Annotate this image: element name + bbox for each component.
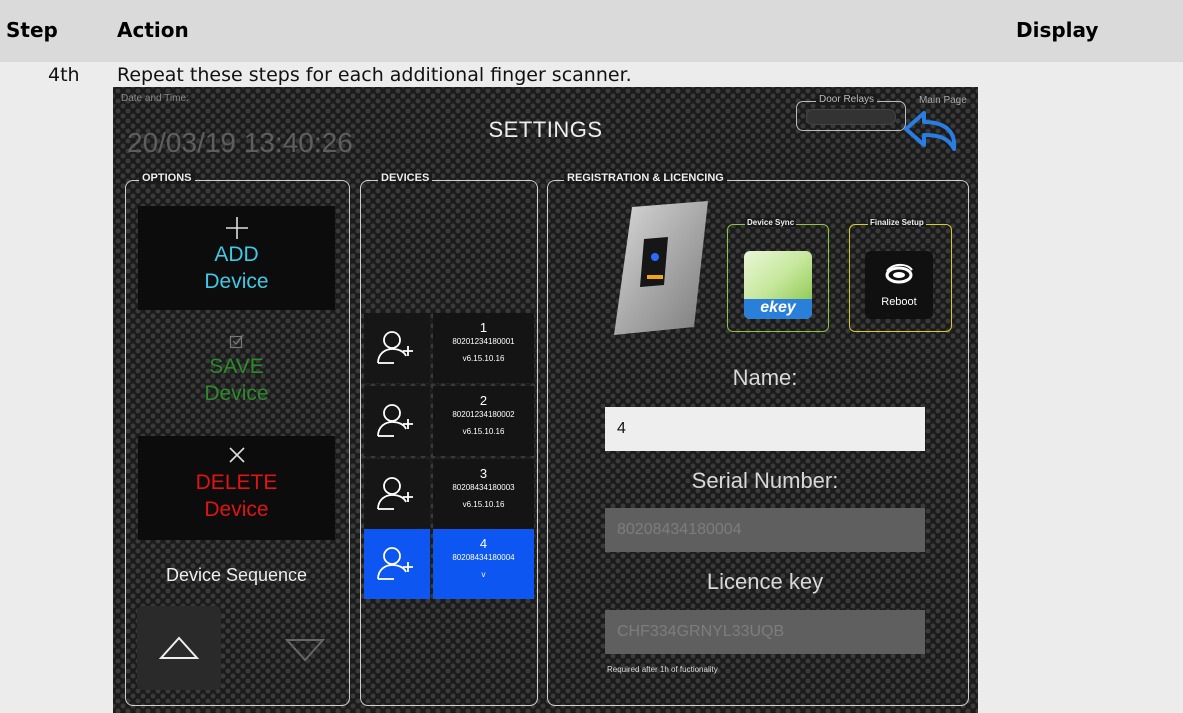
- plus-icon: [225, 217, 248, 239]
- device-icon-cell: [364, 386, 430, 456]
- header-step: Step: [6, 18, 58, 42]
- device-item-3[interactable]: 3 80208434180003 v6.15.10.16: [364, 459, 534, 529]
- device-number: 3: [479, 466, 488, 481]
- licence-note: Required after 1h of fuctionality: [607, 665, 718, 674]
- serial-number-input: [605, 508, 925, 552]
- licence-key-label: Licence key: [706, 569, 824, 594]
- device-item-1[interactable]: 1 80201234180001 v6.15.10.16: [364, 313, 534, 383]
- add-device-button[interactable]: ADD Device: [138, 206, 335, 310]
- device-info: 3 80208434180003 v6.15.10.16: [433, 459, 534, 529]
- row-action-text: Repeat these steps for each additional f…: [117, 64, 632, 86]
- reboot-label: Reboot: [881, 296, 917, 308]
- add-user-icon: [377, 331, 413, 364]
- add-user-icon: [377, 404, 413, 437]
- delete-line1: DELETE: [195, 471, 278, 494]
- device-item-4[interactable]: 4 80208434180004 v: [364, 529, 534, 599]
- triangle-up-icon: [158, 636, 200, 659]
- device-item-2[interactable]: 2 80201234180002 v6.15.10.16: [364, 386, 534, 456]
- reboot-swirl-icon: [885, 263, 913, 284]
- device-info: 1 80201234180001 v6.15.10.16: [433, 313, 534, 383]
- device-serial: 80208434180003: [452, 483, 515, 492]
- device-icon-cell: [364, 313, 430, 383]
- device-number: 1: [479, 320, 488, 335]
- door-relays-label: Door Relays: [816, 94, 878, 105]
- back-arrow-icon[interactable]: [902, 105, 960, 155]
- finger-scanner-image: [614, 201, 708, 335]
- device-version: v6.15.10.16: [462, 354, 505, 363]
- device-number: 2: [479, 393, 488, 408]
- device-serial: 80208434180004: [452, 553, 515, 562]
- options-label: OPTIONS: [139, 172, 195, 184]
- add-line1: ADD: [214, 243, 259, 266]
- add-user-icon: [377, 477, 413, 510]
- device-version: v: [481, 570, 486, 579]
- settings-screenshot: Date and Time: 20/03/19 13:40:26 SETTING…: [113, 87, 978, 713]
- date-time-label: Date and Time:: [121, 93, 189, 104]
- device-version: v6.15.10.16: [462, 500, 505, 509]
- serial-number-label: Serial Number:: [691, 468, 839, 493]
- device-icon-cell: [364, 459, 430, 529]
- device-info: 4 80208434180004 v: [433, 529, 534, 599]
- device-sync-label: Device Sync: [745, 218, 797, 227]
- ekey-sync-button[interactable]: ekey: [744, 251, 812, 319]
- sequence-up-button[interactable]: [137, 606, 221, 690]
- device-icon-cell: [364, 529, 430, 599]
- door-relays-toggle[interactable]: [806, 109, 896, 125]
- device-version: v6.15.10.16: [462, 427, 505, 436]
- device-info: 2 80201234180002 v6.15.10.16: [433, 386, 534, 456]
- device-serial: 80201234180001: [452, 337, 515, 346]
- registration-label: REGISTRATION & LICENCING: [564, 172, 727, 184]
- device-sequence-label: Device Sequence: [165, 565, 308, 585]
- ekey-logo-text: ekey: [760, 299, 796, 316]
- triangle-down-icon: [284, 639, 326, 662]
- device-serial: 80201234180002: [452, 410, 515, 419]
- name-input[interactable]: [605, 407, 925, 451]
- devices-label: DEVICES: [378, 172, 433, 184]
- licence-key-input[interactable]: [605, 610, 925, 654]
- close-icon: [228, 447, 245, 463]
- device-number: 4: [479, 536, 488, 551]
- delete-device-button[interactable]: DELETE Device: [138, 436, 335, 540]
- save-line1: SAVE: [209, 355, 264, 378]
- add-user-icon: [377, 547, 413, 580]
- header-display: Display: [1016, 18, 1099, 42]
- save-line2: Device: [204, 382, 269, 405]
- delete-line2: Device: [204, 498, 269, 521]
- name-label: Name:: [732, 365, 798, 390]
- sequence-down-button[interactable]: [263, 606, 347, 690]
- reboot-button[interactable]: Reboot: [865, 251, 933, 319]
- finalize-setup-label: Finalize Setup: [868, 218, 926, 227]
- row-step-number: 4th: [48, 64, 80, 86]
- checkbox-icon: [229, 334, 244, 349]
- header-action: Action: [117, 18, 189, 42]
- add-line2: Device: [204, 270, 269, 293]
- save-device-button[interactable]: SAVE Device: [138, 323, 335, 423]
